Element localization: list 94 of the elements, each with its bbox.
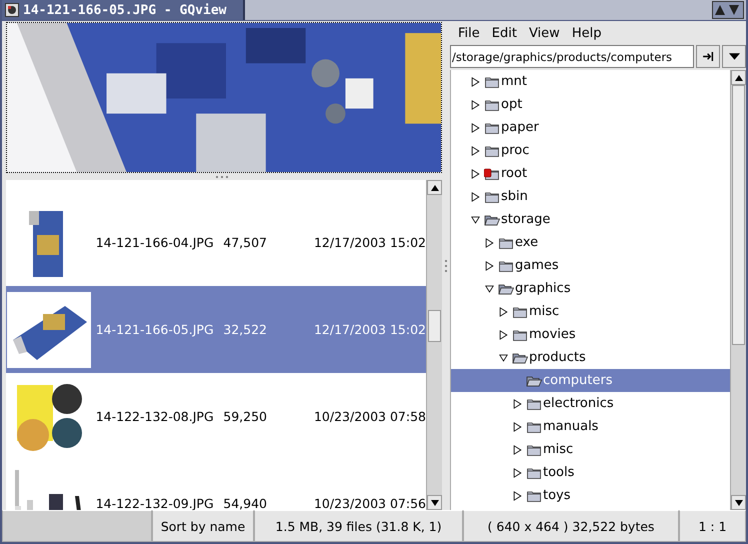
folder-icon xyxy=(498,258,514,272)
folder-item[interactable]: electronics xyxy=(451,392,730,415)
folder-item[interactable]: toys xyxy=(451,484,730,507)
folder-icon xyxy=(498,282,514,296)
folder-icon xyxy=(484,144,500,158)
caret-icon xyxy=(728,52,740,61)
window-buttons-icon[interactable] xyxy=(712,1,744,19)
collapsed-icon[interactable] xyxy=(499,330,508,340)
collapsed-icon[interactable] xyxy=(513,490,522,500)
file-row[interactable]: 14-121-166-04.JPG 47,507 12/17/2003 15:02 xyxy=(6,199,426,286)
folder-icon xyxy=(484,120,500,134)
collapsed-icon[interactable] xyxy=(471,100,480,110)
folder-icon xyxy=(526,396,542,410)
file-name: 14-121-166-05.JPG xyxy=(96,322,215,337)
status-text: 1.5 MB, 39 files (31.8 K, 1) xyxy=(254,510,463,542)
file-date: 10/23/2003 07:58 xyxy=(314,409,426,424)
collapsed-icon[interactable] xyxy=(513,398,522,408)
file-size: 59,250 xyxy=(223,409,268,424)
folder-icon xyxy=(512,328,528,342)
file-date: 12/17/2003 15:02 xyxy=(314,235,426,250)
scroll-up-icon[interactable] xyxy=(734,74,742,80)
collapsed-icon[interactable] xyxy=(471,122,480,132)
expanded-icon[interactable] xyxy=(499,352,508,362)
folder-item[interactable]: root xyxy=(451,162,730,185)
collapsed-icon[interactable] xyxy=(485,260,494,270)
scroll-down-icon[interactable] xyxy=(734,500,742,506)
app-icon xyxy=(5,3,19,17)
file-name: 14-122-132-08.JPG xyxy=(96,409,215,424)
folder-item[interactable]: sbin xyxy=(451,185,730,208)
expanded-icon[interactable] xyxy=(471,214,480,224)
file-size: 47,507 xyxy=(223,235,268,250)
menu-item[interactable]: View xyxy=(522,26,566,40)
folder-icon xyxy=(512,304,528,318)
collapsed-icon[interactable] xyxy=(513,444,522,454)
zoom-level: 1 : 1 xyxy=(679,510,746,542)
folder-icon xyxy=(526,466,542,480)
folder-item[interactable]: paper xyxy=(451,116,730,139)
menu-item[interactable]: Help xyxy=(566,26,608,40)
collapsed-icon[interactable] xyxy=(471,192,480,202)
folder-icon xyxy=(526,442,542,456)
collapsed-icon[interactable] xyxy=(499,306,508,316)
menu-item[interactable]: File xyxy=(452,26,486,40)
folder-item[interactable]: movies xyxy=(451,323,730,346)
status-text: ( 640 x 464 ) 32,522 bytes xyxy=(463,510,679,542)
folder-icon xyxy=(484,74,500,88)
scrollbar-thumb[interactable] xyxy=(428,310,441,342)
folder-item[interactable]: opt xyxy=(451,93,730,116)
file-row[interactable]: 14-122-132-08.JPG 59,250 10/23/2003 07:58 xyxy=(6,373,426,460)
scrollbar[interactable] xyxy=(426,180,442,510)
window-title: 14-121-166-05.JPG - GQview xyxy=(23,2,226,18)
collapsed-icon[interactable] xyxy=(471,168,480,178)
expanded-icon[interactable] xyxy=(485,284,494,294)
menu-item[interactable]: Edit xyxy=(486,26,523,40)
collapsed-icon[interactable] xyxy=(513,468,522,478)
folder-icon xyxy=(484,98,500,112)
file-row[interactable]: 14-121-166-05.JPG 32,522 12/17/2003 15:02 xyxy=(6,286,426,373)
scrollbar[interactable] xyxy=(730,70,746,510)
sort-button[interactable]: Sort by name xyxy=(152,510,254,542)
folder-icon xyxy=(484,212,500,226)
file-date: 10/23/2003 07:56 xyxy=(314,496,426,510)
folder-icon xyxy=(526,420,542,434)
folder-item[interactable]: misc xyxy=(451,300,730,323)
path-field[interactable]: /storage/graphics/products/computers xyxy=(450,45,694,68)
file-date: 12/17/2003 15:02 xyxy=(314,322,426,337)
collapsed-icon[interactable] xyxy=(513,422,522,432)
history-dropdown-button[interactable] xyxy=(722,45,746,68)
collapsed-icon[interactable] xyxy=(471,76,480,86)
go-button[interactable] xyxy=(696,45,720,68)
folder-icon xyxy=(526,374,542,388)
folder-item[interactable]: computers xyxy=(451,369,730,392)
folder-item[interactable]: products xyxy=(451,346,730,369)
folder-item[interactable]: exe xyxy=(451,231,730,254)
collapsed-icon[interactable] xyxy=(485,238,494,248)
file-size: 54,940 xyxy=(223,496,268,510)
scroll-up-icon[interactable] xyxy=(430,184,438,190)
file-size: 32,522 xyxy=(223,322,268,337)
locked-folder-icon xyxy=(484,166,500,180)
jump-icon xyxy=(702,52,714,61)
folder-item[interactable]: proc xyxy=(451,139,730,162)
folder-icon xyxy=(498,236,514,250)
folder-item[interactable]: games xyxy=(451,254,730,277)
collapsed-icon[interactable] xyxy=(471,146,480,156)
folder-icon xyxy=(512,350,528,364)
folder-item[interactable]: manuals xyxy=(451,415,730,438)
folder-item[interactable]: mnt xyxy=(451,70,730,93)
folder-icon xyxy=(484,190,500,204)
scroll-down-icon[interactable] xyxy=(430,500,438,506)
folder-item[interactable]: misc xyxy=(451,438,730,461)
folder-item[interactable]: tools xyxy=(451,461,730,484)
scrollbar-thumb[interactable] xyxy=(732,85,745,345)
folder-item[interactable]: storage xyxy=(451,208,730,231)
folder-item[interactable]: graphics xyxy=(451,277,730,300)
file-name: 14-121-166-04.JPG xyxy=(96,235,215,250)
folder-icon xyxy=(526,488,542,502)
